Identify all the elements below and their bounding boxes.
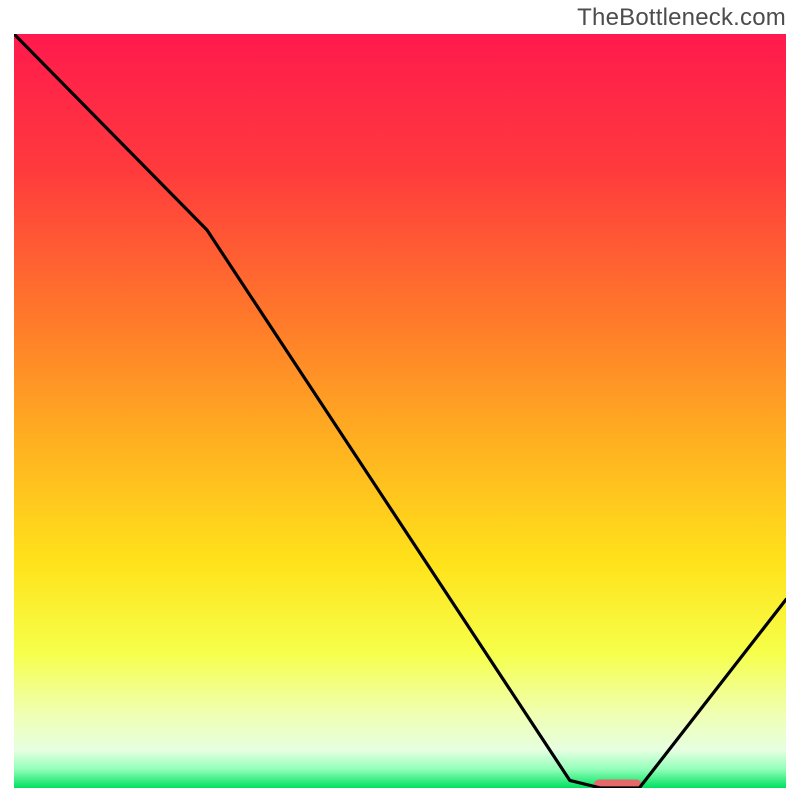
bottleneck-chart	[0, 0, 800, 800]
watermark-text: TheBottleneck.com	[577, 4, 786, 32]
chart-stage: TheBottleneck.com	[0, 0, 800, 800]
gradient-background	[14, 34, 786, 788]
optimal-range-marker	[594, 780, 642, 791]
